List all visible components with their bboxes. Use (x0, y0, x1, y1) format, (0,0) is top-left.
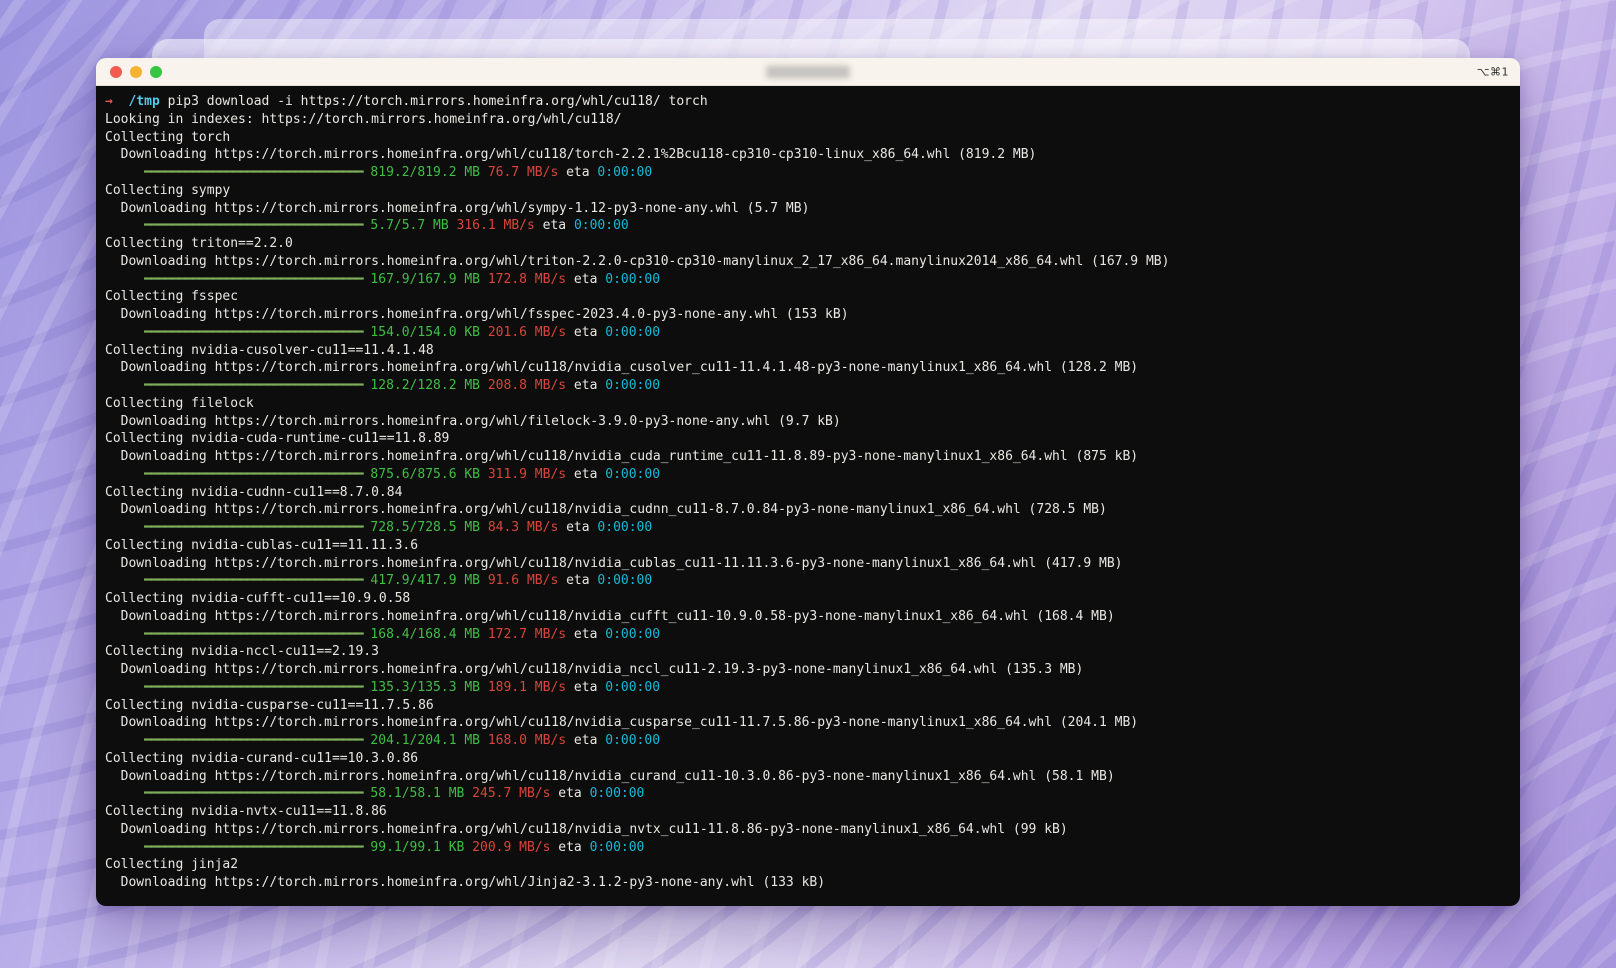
terminal-line: Downloading https://torch.mirrors.homein… (105, 307, 849, 322)
terminal-line: ━━━━━━━━━━━━━━━━━━━━━━━━━━━━━━━━ 5.7/5.7… (144, 218, 629, 234)
terminal-line: ━━━━━━━━━━━━━━━━━━━━━━━━━━━━━━━━ 875.6/8… (144, 466, 661, 482)
terminal-line: Collecting fsspec (105, 289, 239, 305)
terminal-line: Collecting nvidia-cublas-cu11==11.11.3.6 (105, 537, 419, 553)
zoom-button[interactable] (150, 65, 162, 78)
window-title-redacted (766, 65, 850, 78)
terminal-line: Looking in indexes: https://torch.mirror… (105, 111, 622, 127)
terminal-line: Downloading https://torch.mirrors.homein… (105, 502, 1107, 518)
terminal-line: Collecting nvidia-nvtx-cu11==11.8.86 (105, 804, 387, 819)
terminal-line: ━━━━━━━━━━━━━━━━━━━━━━━━━━━━━━━━ 204.1/2… (144, 733, 661, 748)
terminal-line: Collecting nvidia-cudnn-cu11==8.7.0.84 (105, 484, 403, 500)
terminal-line: Downloading https://torch.mirrors.homein… (105, 608, 1115, 624)
terminal-line: Downloading https://torch.mirrors.homein… (105, 360, 1139, 376)
terminal-line: ━━━━━━━━━━━━━━━━━━━━━━━━━━━━━━━━ 168.4/1… (144, 626, 661, 642)
terminal-line: ━━━━━━━━━━━━━━━━━━━━━━━━━━━━━━━━ 417.9/4… (144, 573, 653, 589)
terminal-output[interactable]: → /tmp pip3 download -i https://torch.mi… (96, 86, 1520, 906)
terminal-line: Collecting triton==2.2.0 (105, 236, 293, 251)
terminal-line: Downloading https://torch.mirrors.homein… (105, 555, 1123, 571)
window-titlebar[interactable]: ⌥⌘1 (96, 58, 1520, 86)
terminal-line: → /tmp pip3 download -i https://torch.mi… (105, 94, 708, 109)
terminal-line: Downloading https://torch.mirrors.homein… (105, 449, 1139, 464)
terminal-line: Downloading https://torch.mirrors.homein… (105, 875, 826, 890)
terminal-line: Downloading https://torch.mirrors.homein… (105, 147, 1037, 163)
terminal-line: Collecting nvidia-cuda-runtime-cu11==11.… (105, 431, 450, 447)
terminal-line: Collecting torch (105, 129, 231, 145)
terminal-line: ━━━━━━━━━━━━━━━━━━━━━━━━━━━━━━━━ 154.0/1… (144, 324, 661, 340)
terminal-line: ━━━━━━━━━━━━━━━━━━━━━━━━━━━━━━━━ 135.3/1… (144, 679, 661, 695)
terminal-line: ━━━━━━━━━━━━━━━━━━━━━━━━━━━━━━━━ 728.5/7… (144, 520, 653, 535)
minimize-button[interactable] (130, 65, 142, 78)
terminal-line: ━━━━━━━━━━━━━━━━━━━━━━━━━━━━━━━━ 128.2/1… (144, 378, 661, 393)
terminal-line: ━━━━━━━━━━━━━━━━━━━━━━━━━━━━━━━━ 58.1/58… (144, 786, 645, 802)
terminal-line: Collecting nvidia-cufft-cu11==10.9.0.58 (105, 591, 411, 606)
terminal-line: Downloading https://torch.mirrors.homein… (105, 768, 1115, 784)
terminal-line: Downloading https://torch.mirrors.homein… (105, 200, 810, 216)
terminal-line: ━━━━━━━━━━━━━━━━━━━━━━━━━━━━━━━━ 819.2/8… (144, 165, 653, 180)
window-shortcut-label: ⌥⌘1 (1476, 65, 1509, 78)
terminal-line: Collecting nvidia-cusolver-cu11==11.4.1.… (105, 342, 434, 358)
terminal-line: Downloading https://torch.mirrors.homein… (105, 821, 1068, 837)
terminal-line: Downloading https://torch.mirrors.homein… (105, 413, 841, 429)
terminal-line: Collecting jinja2 (105, 857, 239, 873)
terminal-line: ━━━━━━━━━━━━━━━━━━━━━━━━━━━━━━━━ 99.1/99… (144, 839, 645, 855)
close-button[interactable] (110, 65, 122, 78)
terminal-line: ━━━━━━━━━━━━━━━━━━━━━━━━━━━━━━━━ 167.9/1… (144, 271, 661, 287)
traffic-lights (96, 65, 162, 78)
terminal-line: Collecting nvidia-nccl-cu11==2.19.3 (105, 644, 379, 660)
terminal-window: ⌥⌘1 → /tmp pip3 download -i https://torc… (96, 58, 1520, 906)
terminal-line: Collecting sympy (105, 182, 231, 198)
terminal-line: Downloading https://torch.mirrors.homein… (105, 715, 1139, 731)
terminal-line: Collecting nvidia-cusparse-cu11==11.7.5.… (105, 697, 434, 713)
terminal-line: Collecting nvidia-curand-cu11==10.3.0.86 (105, 750, 419, 766)
terminal-line: Downloading https://torch.mirrors.homein… (105, 253, 1170, 269)
terminal-line: Downloading https://torch.mirrors.homein… (105, 662, 1084, 677)
terminal-line: Collecting filelock (105, 395, 254, 411)
